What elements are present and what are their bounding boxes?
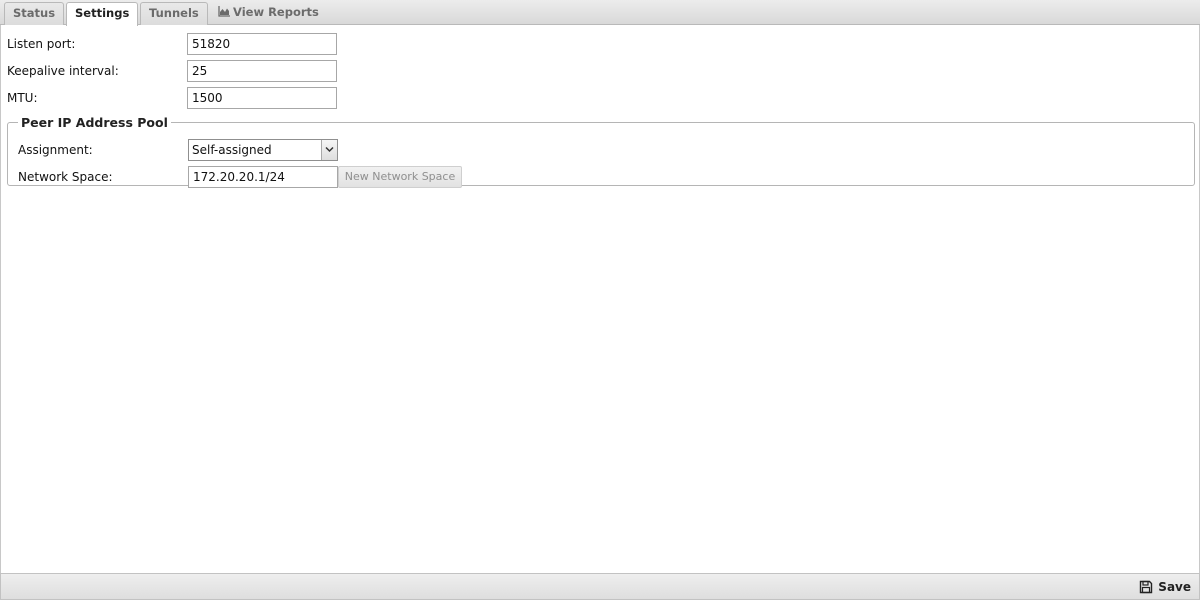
listen-port-row: Listen port: <box>1 33 1200 55</box>
listen-port-label: Listen port: <box>7 37 76 51</box>
peer-ip-pool-legend: Peer IP Address Pool <box>21 115 168 130</box>
tab-view-reports-label: View Reports <box>233 5 319 19</box>
settings-panel: Listen port: Keepalive interval: MTU: Pe… <box>0 25 1200 573</box>
tab-settings-label: Settings <box>75 6 130 20</box>
tab-tunnels[interactable]: Tunnels <box>140 2 208 25</box>
new-network-space-button[interactable]: New Network Space <box>338 166 462 188</box>
save-label: Save <box>1158 580 1191 594</box>
area-chart-icon <box>218 6 230 17</box>
tab-settings[interactable]: Settings <box>66 2 139 26</box>
tab-tunnels-label: Tunnels <box>149 6 199 20</box>
keepalive-input[interactable] <box>187 60 337 82</box>
mtu-row: MTU: <box>1 87 1200 109</box>
assignment-selected-value: Self-assigned <box>192 143 272 157</box>
tab-status[interactable]: Status <box>4 2 65 25</box>
peer-ip-pool-fieldset: Peer IP Address Pool Assignment: Self-as… <box>7 115 1195 188</box>
listen-port-input[interactable] <box>187 33 337 55</box>
tab-view-reports[interactable]: View Reports <box>210 2 327 25</box>
mtu-input[interactable] <box>187 87 337 109</box>
assignment-label: Assignment: <box>18 143 93 157</box>
keepalive-label: Keepalive interval: <box>7 64 119 78</box>
keepalive-row: Keepalive interval: <box>1 60 1200 82</box>
chevron-down-icon[interactable] <box>321 140 337 160</box>
tab-bar: Status Settings Tunnels View Reports <box>0 0 1200 26</box>
mtu-label: MTU: <box>7 91 38 105</box>
network-space-label: Network Space: <box>18 170 113 184</box>
assignment-select[interactable]: Self-assigned <box>188 139 338 161</box>
save-button[interactable]: Save <box>1139 578 1191 596</box>
floppy-disk-icon <box>1140 580 1153 594</box>
tab-status-label: Status <box>13 6 56 20</box>
footer-bar: Save <box>0 573 1200 600</box>
network-space-input[interactable] <box>188 166 338 188</box>
